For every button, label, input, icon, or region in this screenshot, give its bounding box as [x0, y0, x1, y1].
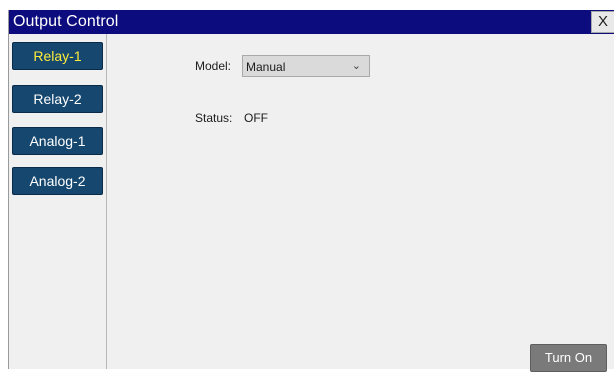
chevron-down-icon: ⌄	[351, 60, 361, 72]
turn-on-button[interactable]: Turn On	[530, 344, 607, 372]
output-control-window: Output Control X Relay-1 Relay-2 Analog-…	[8, 10, 614, 372]
sidebar-item-analog-1[interactable]: Analog-1	[12, 127, 103, 155]
sidebar-item-analog-2[interactable]: Analog-2	[12, 167, 103, 195]
close-button[interactable]: X	[591, 11, 614, 33]
status-label: Status:	[195, 111, 233, 125]
model-label: Model:	[195, 59, 232, 73]
model-select[interactable]: Manual ⌄	[242, 55, 370, 77]
sidebar: Relay-1 Relay-2 Analog-1 Analog-2	[9, 34, 107, 369]
status-value: OFF	[244, 111, 268, 125]
model-select-value: Manual	[246, 60, 286, 74]
title-bar: Output Control X	[9, 10, 614, 34]
window-title: Output Control	[13, 13, 119, 30]
sidebar-item-relay-2[interactable]: Relay-2	[12, 85, 103, 113]
sidebar-item-relay-1[interactable]: Relay-1	[12, 42, 103, 70]
main-panel: Model: Manual ⌄ Status: OFF Turn On	[108, 34, 614, 372]
